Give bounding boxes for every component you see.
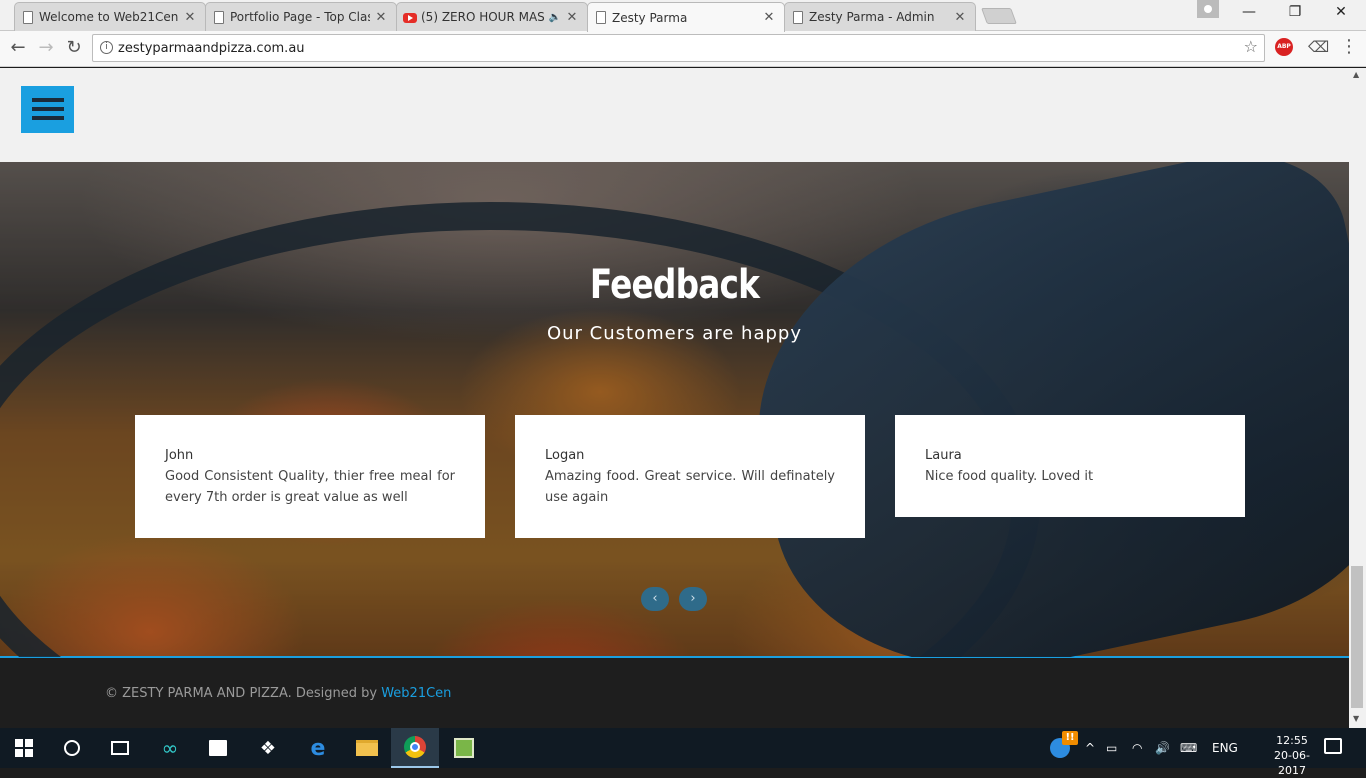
profile-icon[interactable] xyxy=(1197,0,1219,18)
windows-start-icon[interactable] xyxy=(0,728,48,768)
carousel-next-button[interactable]: › xyxy=(679,587,707,611)
close-icon[interactable]: ✕ xyxy=(374,10,388,25)
tray-chevron-icon[interactable]: ^ xyxy=(1085,728,1095,768)
copyright-text: © ZESTY PARMA AND PIZZA. Designed by Web… xyxy=(105,686,451,701)
testimonial-text: Good Consistent Quality, thier free meal… xyxy=(165,469,455,505)
language-indicator[interactable]: ENG xyxy=(1212,728,1238,768)
testimonial-name: Laura xyxy=(925,448,962,463)
testimonial-card: Laura Nice food quality. Loved it xyxy=(895,415,1245,517)
testimonial-text: Amazing food. Great service. Will defina… xyxy=(545,469,835,505)
task-view-icon[interactable] xyxy=(96,728,144,768)
keyboard-icon[interactable]: ⌨ xyxy=(1180,728,1197,768)
clock[interactable]: 12:55 20-06-2017 xyxy=(1262,733,1322,778)
reload-icon[interactable]: ↻ xyxy=(62,37,86,59)
background-pan-handle xyxy=(718,162,1349,657)
minimize-button[interactable]: — xyxy=(1234,4,1264,20)
testimonial-name: John xyxy=(165,448,194,463)
hamburger-menu-button[interactable] xyxy=(21,86,74,133)
hamburger-line xyxy=(32,98,64,102)
clock-date: 20-06-2017 xyxy=(1274,749,1310,777)
browser-toolbar: ← → ↻ i ☆ xyxy=(0,31,1366,67)
store-icon[interactable] xyxy=(194,728,242,768)
warning-badge: !! xyxy=(1062,731,1078,745)
windows-logo xyxy=(15,739,33,757)
hamburger-line xyxy=(32,116,64,120)
designer-link[interactable]: Web21Cen xyxy=(381,686,451,701)
close-icon[interactable]: ✕ xyxy=(183,10,197,25)
page-viewport: Feedback Our Customers are happy John Go… xyxy=(0,68,1366,728)
site-footer: © ZESTY PARMA AND PIZZA. Designed by Web… xyxy=(0,656,1349,728)
search-icon[interactable] xyxy=(48,728,96,768)
youtube-icon xyxy=(403,13,417,23)
carousel-prev-button[interactable]: ‹ xyxy=(641,587,669,611)
close-icon[interactable]: ✕ xyxy=(565,10,579,25)
page-scrollbar[interactable]: ▲ ▼ xyxy=(1349,68,1366,728)
scrollbar-thumb[interactable] xyxy=(1351,566,1363,708)
menu-icon[interactable]: ⋮ xyxy=(1340,36,1358,57)
scroll-up-icon[interactable]: ▲ xyxy=(1353,70,1359,79)
tab-title: (5) ZERO HOUR MASH xyxy=(421,10,545,24)
clock-time: 12:55 xyxy=(1276,734,1308,747)
audio-icon[interactable]: 🔈 xyxy=(549,12,561,23)
browser-tab-welcome[interactable]: Welcome to Web21Cen ✕ xyxy=(14,2,206,31)
dropbox-icon[interactable]: ❖ xyxy=(244,728,292,768)
page-icon xyxy=(214,11,224,24)
tab-title: Portfolio Page - Top Clas xyxy=(230,10,370,24)
notepad-icon[interactable] xyxy=(440,728,488,768)
testimonial-text: Nice food quality. Loved it xyxy=(925,469,1094,484)
tab-title: Welcome to Web21Cen xyxy=(39,10,179,24)
action-center-icon[interactable] xyxy=(1324,738,1342,754)
adblock-plus-icon[interactable]: ABP xyxy=(1275,38,1293,56)
page-icon xyxy=(23,11,33,24)
feedback-subtitle: Our Customers are happy xyxy=(546,323,802,344)
page-icon xyxy=(793,11,803,24)
hamburger-line xyxy=(32,107,64,111)
bookmark-star-icon[interactable]: ☆ xyxy=(1244,37,1258,56)
browser-tab-portfolio[interactable]: Portfolio Page - Top Clas ✕ xyxy=(205,2,397,31)
eraser-extension-icon[interactable]: ⌫ xyxy=(1308,38,1329,56)
url-input[interactable] xyxy=(118,38,1218,58)
browser-tab-youtube[interactable]: (5) ZERO HOUR MASH 🔈 ✕ xyxy=(396,2,588,31)
close-icon[interactable]: ✕ xyxy=(762,10,776,25)
tab-title: Zesty Parma - Admin xyxy=(809,10,935,24)
back-icon[interactable]: ← xyxy=(6,37,30,59)
battery-icon[interactable]: ▭ xyxy=(1106,728,1117,768)
file-explorer-icon[interactable] xyxy=(343,728,391,768)
tab-title: Zesty Parma xyxy=(612,10,688,25)
restore-button[interactable]: ❐ xyxy=(1280,4,1310,20)
edge-icon[interactable]: e xyxy=(294,728,342,768)
scroll-down-icon[interactable]: ▼ xyxy=(1353,714,1359,723)
copyright-label: © ZESTY PARMA AND PIZZA. Designed by xyxy=(105,686,382,701)
browser-tabstrip: Welcome to Web21Cen ✕ Portfolio Page - T… xyxy=(0,0,1366,32)
forward-icon[interactable]: → xyxy=(34,37,58,59)
address-bar[interactable]: i ☆ xyxy=(92,34,1265,62)
browser-tab-zesty-parma[interactable]: Zesty Parma ✕ xyxy=(587,2,785,32)
testimonial-card: Logan Amazing food. Great service. Will … xyxy=(515,415,865,538)
windows-taskbar: ∞ ❖ e !! ^ ▭ ◠ 🔊 ⌨ ENG 12:55 20-06-2017 xyxy=(0,728,1366,777)
wifi-icon[interactable]: ◠ xyxy=(1132,728,1142,768)
page-icon xyxy=(596,11,606,24)
arduino-icon[interactable]: ∞ xyxy=(146,728,194,768)
feedback-title: Feedback xyxy=(589,262,760,308)
site-header xyxy=(0,68,1349,162)
chrome-icon[interactable] xyxy=(391,728,439,768)
volume-icon[interactable]: 🔊 xyxy=(1155,728,1170,768)
info-icon[interactable]: i xyxy=(100,41,113,54)
testimonial-card: John Good Consistent Quality, thier free… xyxy=(135,415,485,538)
new-tab-button[interactable] xyxy=(981,8,1017,24)
feedback-section: Feedback Our Customers are happy John Go… xyxy=(0,162,1349,657)
close-icon[interactable]: ✕ xyxy=(953,10,967,25)
testimonial-name: Logan xyxy=(545,448,585,463)
browser-tab-admin[interactable]: Zesty Parma - Admin ✕ xyxy=(784,2,976,31)
close-window-button[interactable]: ✕ xyxy=(1326,4,1356,20)
